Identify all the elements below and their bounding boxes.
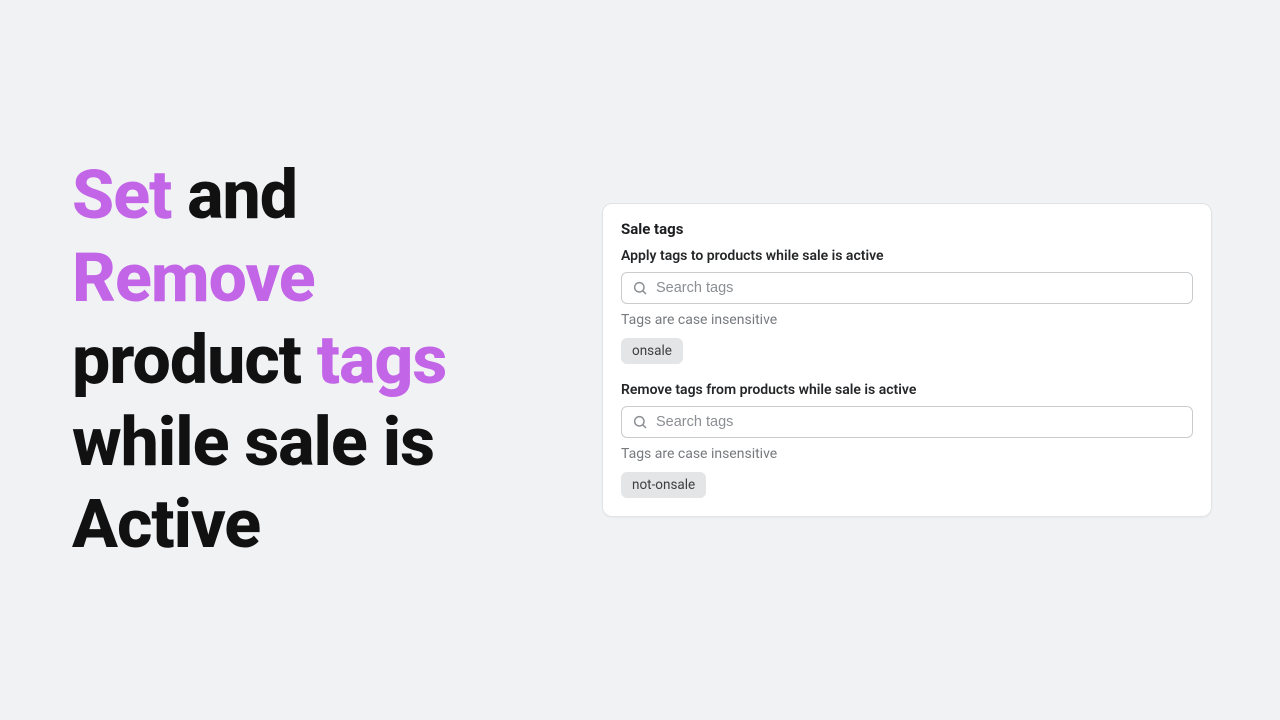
remove-tags-input[interactable] [656,414,1182,430]
page-headline: Set and Remove product tags while sale i… [72,154,552,565]
card-title: Sale tags [621,220,1193,238]
headline-word-rest: while sale is Active [72,402,434,564]
apply-tags-input[interactable] [656,280,1182,296]
search-icon [632,414,648,430]
headline-word-set: Set [72,155,171,235]
remove-tags-label: Remove tags from products while sale is … [621,382,1193,398]
headline-word-tags: tags [317,320,446,400]
remove-tags-helper: Tags are case insensitive [621,446,1193,462]
apply-tag-chip[interactable]: onsale [621,338,683,364]
headline-word-and: and [171,155,297,235]
apply-tags-helper: Tags are case insensitive [621,312,1193,328]
apply-tags-label: Apply tags to products while sale is act… [621,248,1193,264]
search-icon [632,280,648,296]
remove-tag-chip[interactable]: not-onsale [621,472,706,498]
remove-tags-search[interactable] [621,406,1193,438]
headline-word-product: product [72,320,317,400]
sale-tags-card: Sale tags Apply tags to products while s… [602,203,1212,517]
headline-word-remove: Remove [72,238,315,318]
apply-tags-search[interactable] [621,272,1193,304]
